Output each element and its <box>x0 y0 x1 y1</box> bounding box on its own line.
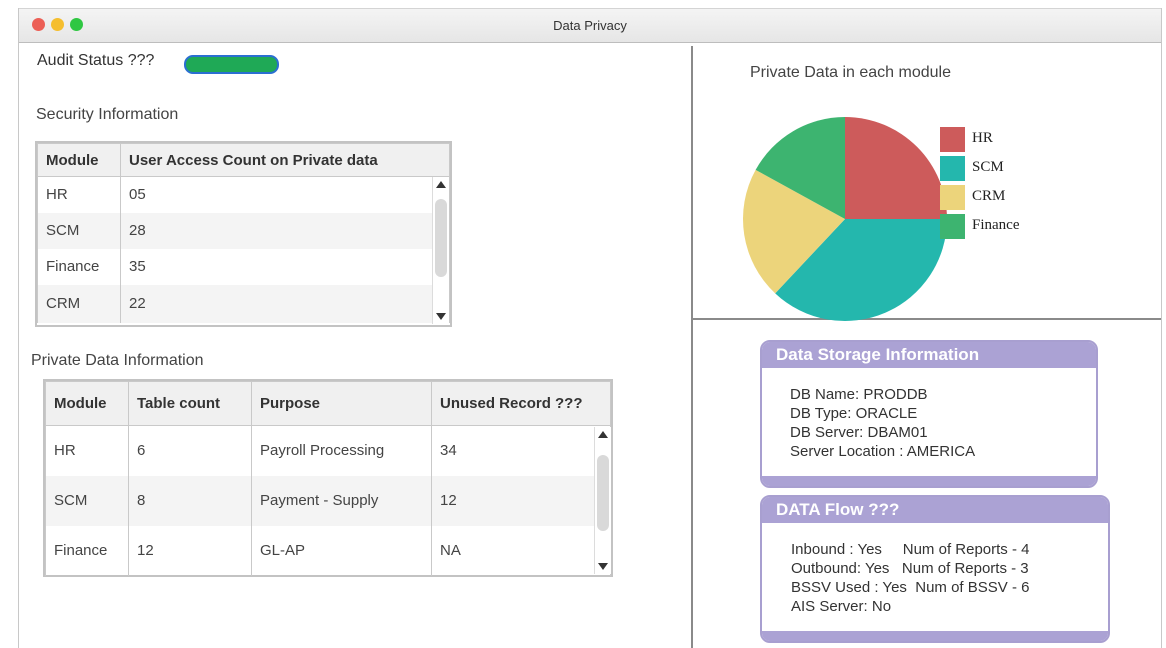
table-row[interactable]: SCM 28 <box>37 212 450 249</box>
table-cell: 35 <box>120 248 450 285</box>
scroll-up-arrow-icon[interactable] <box>436 181 446 188</box>
table-cell: Payroll Processing <box>251 425 432 476</box>
security-info-heading: Security Information <box>36 106 179 123</box>
security-table: Module User Access Count on Private data… <box>37 143 450 323</box>
audit-status-label: Audit Status ??? <box>37 52 155 69</box>
flow-line: BSSV Used : Yes Num of BSSV - 6 <box>791 579 1030 596</box>
scroll-down-arrow-icon[interactable] <box>436 313 446 320</box>
scroll-up-arrow-icon[interactable] <box>598 431 608 438</box>
column-header-module[interactable]: Module <box>45 381 129 426</box>
storage-line: Server Location : AMERICA <box>790 443 976 460</box>
private-data-table: Module Table count Purpose Unused Record… <box>45 381 611 576</box>
table-row[interactable]: CRM 22 <box>37 284 450 323</box>
column-header-unused-record[interactable]: Unused Record ??? <box>431 381 611 426</box>
legend-label: HR <box>972 130 993 146</box>
table-cell: HR <box>45 425 129 476</box>
vertical-divider <box>691 46 693 648</box>
table-cell: GL-AP <box>251 525 432 576</box>
table-cell: 12 <box>431 475 611 526</box>
storage-line: DB Name: PRODDB <box>790 386 928 403</box>
table-row[interactable]: SCM 8 Payment - Supply 12 <box>45 475 611 526</box>
chart-title: Private Data in each module <box>750 64 951 81</box>
table-cell: SCM <box>45 475 129 526</box>
table-cell: Finance <box>37 248 121 285</box>
private-data-table-scrollbar[interactable] <box>594 427 611 574</box>
legend-label: Finance <box>972 217 1020 233</box>
table-cell: 12 <box>128 525 252 576</box>
table-row[interactable]: Finance 35 <box>37 248 450 285</box>
column-header-user-access[interactable]: User Access Count on Private data <box>120 143 450 177</box>
table-row[interactable]: HR 6 Payroll Processing 34 <box>45 425 611 476</box>
security-table-scrollbar[interactable] <box>432 177 449 324</box>
table-cell: 28 <box>120 212 450 249</box>
private-data-heading: Private Data Information <box>31 352 204 369</box>
table-cell: 05 <box>120 176 450 213</box>
column-header-purpose[interactable]: Purpose <box>251 381 432 426</box>
table-row[interactable]: Finance 12 GL-AP NA <box>45 525 611 576</box>
flow-line: AIS Server: No <box>791 598 892 615</box>
scroll-thumb[interactable] <box>597 455 609 531</box>
data-flow-title: DATA Flow ??? <box>762 497 1108 523</box>
pie-chart <box>743 117 947 321</box>
card-footer <box>762 476 1096 486</box>
table-cell: 22 <box>120 284 450 323</box>
table-cell: Payment - Supply <box>251 475 432 526</box>
table-row[interactable]: HR 05 <box>37 176 450 213</box>
title-bar: Data Privacy <box>19 8 1161 43</box>
legend-swatch <box>940 156 965 181</box>
legend-swatch <box>940 214 965 239</box>
column-header-module[interactable]: Module <box>37 143 121 177</box>
storage-line: DB Server: DBAM01 <box>790 424 928 441</box>
data-storage-card: Data Storage Information DB Name: PRODDB… <box>760 340 1098 488</box>
legend-label: CRM <box>972 188 1006 204</box>
flow-line: Outbound: Yes Num of Reports - 3 <box>791 560 1029 577</box>
table-cell: SCM <box>37 212 121 249</box>
table-cell: 8 <box>128 475 252 526</box>
column-header-table-count[interactable]: Table count <box>128 381 252 426</box>
legend-swatch <box>940 185 965 210</box>
table-cell: 6 <box>128 425 252 476</box>
pie-slice-hr[interactable] <box>845 117 947 219</box>
table-cell: Finance <box>45 525 129 576</box>
table-cell: CRM <box>37 284 121 323</box>
legend-swatch <box>940 127 965 152</box>
scroll-thumb[interactable] <box>435 199 447 277</box>
window-title: Data Privacy <box>553 18 627 33</box>
legend-label: SCM <box>972 159 1004 175</box>
table-cell: HR <box>37 176 121 213</box>
flow-line: Inbound : Yes Num of Reports - 4 <box>791 541 1030 558</box>
data-storage-title: Data Storage Information <box>762 342 1096 368</box>
storage-line: DB Type: ORACLE <box>790 405 918 422</box>
scroll-down-arrow-icon[interactable] <box>598 563 608 570</box>
data-flow-card: DATA Flow ??? Inbound : Yes Num of Repor… <box>760 495 1110 643</box>
table-cell: NA <box>431 525 611 576</box>
table-cell: 34 <box>431 425 611 476</box>
card-footer <box>762 631 1108 641</box>
audit-status-indicator[interactable] <box>184 55 279 74</box>
